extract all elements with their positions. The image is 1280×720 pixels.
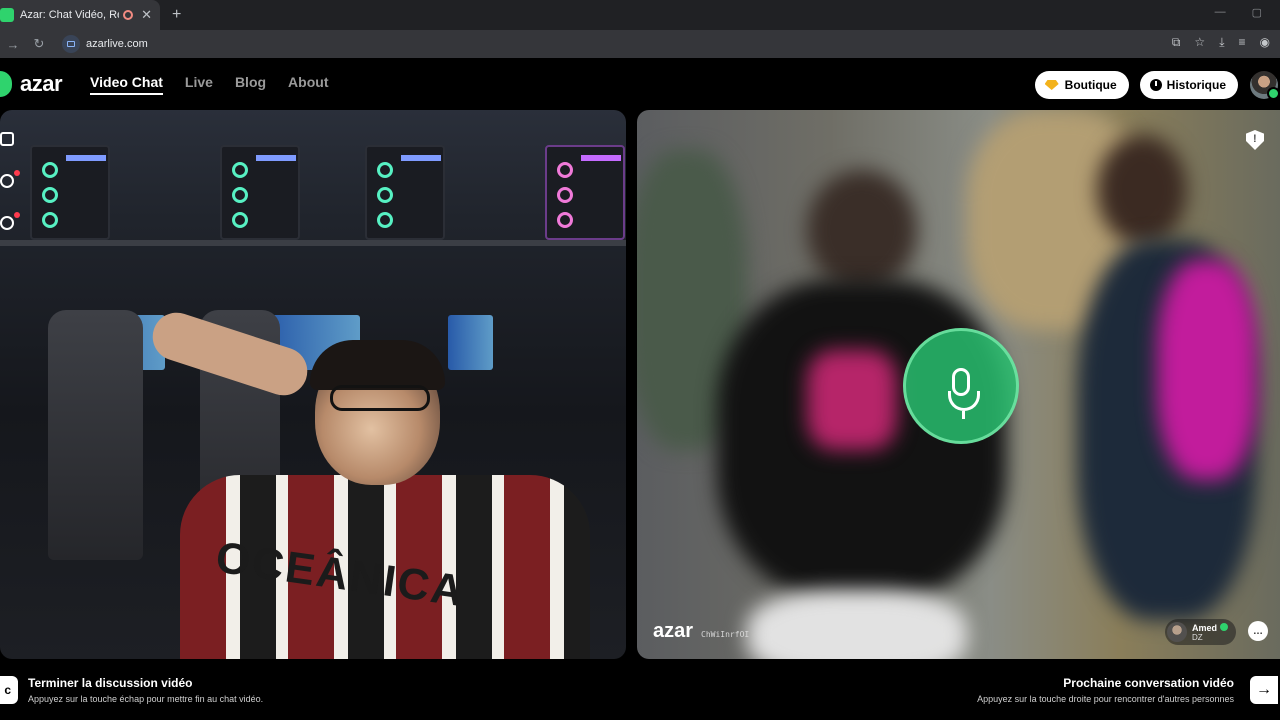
arrow-right-icon[interactable]: →: [1250, 676, 1278, 704]
peer-avatar: [1166, 622, 1187, 642]
microphone-button[interactable]: [903, 328, 1019, 444]
nav-live[interactable]: Live: [185, 74, 213, 95]
restore-button[interactable]: ▢: [1252, 6, 1262, 19]
header-buttons: Boutique Historique: [1034, 71, 1238, 99]
peer-country: DZ: [1191, 632, 1203, 642]
url-text[interactable]: azarlive.com: [86, 38, 148, 50]
user-avatar[interactable]: [1250, 71, 1280, 100]
pc-case: [220, 145, 300, 240]
window-controls: — ▢: [1215, 6, 1262, 19]
azar-logo[interactable]: azar: [0, 71, 63, 97]
gaming-chair: [48, 310, 143, 560]
playlist-icon[interactable]: ≡: [1239, 35, 1246, 50]
boutique-label: Boutique: [1064, 78, 1117, 92]
main-nav: Video Chat Live Blog About: [90, 74, 328, 95]
clock-icon: [1149, 79, 1162, 91]
download-icon[interactable]: ⤓: [1219, 35, 1224, 50]
footer-bar: c Terminer la discussion vidéo Appuyez s…: [0, 660, 1280, 720]
browser-tab-bar: Azar: Chat Vidéo, Rencontre ✕ + — ▢: [0, 0, 1280, 30]
nav-video-chat[interactable]: Video Chat: [90, 74, 163, 95]
browser-toolbar: ⧉ ☆ ⤓ ≡ ◉: [1172, 35, 1270, 50]
local-person: [146, 306, 595, 659]
nav-blog[interactable]: Blog: [235, 74, 266, 95]
watermark: azar ChWiInrfOI: [653, 620, 749, 643]
omnibox[interactable]: azarlive.com: [62, 33, 1162, 55]
minimize-button[interactable]: —: [1215, 6, 1226, 19]
pc-case: [30, 145, 110, 240]
end-chat-title: Terminer la discussion vidéo: [28, 676, 193, 690]
esc-key-button[interactable]: c: [0, 676, 18, 704]
shelf: [0, 240, 626, 246]
favicon-icon: [0, 8, 14, 22]
verified-badge-icon: [1220, 622, 1228, 631]
reload-icon[interactable]: ↻: [26, 36, 52, 52]
site-video-icon[interactable]: [62, 35, 80, 53]
historique-label: Historique: [1166, 78, 1226, 92]
install-icon[interactable]: ⧉: [1172, 35, 1181, 50]
watermark-logo: azar: [653, 620, 694, 642]
forward-icon[interactable]: →: [0, 37, 26, 52]
shirt-logo: [807, 350, 897, 450]
address-bar-row: → ↻ azarlive.com ⧉ ☆ ⤓ ≡ ◉: [0, 30, 1280, 58]
peer-info-chip[interactable]: Amed DZ: [1164, 619, 1236, 645]
side-effects-toolbar: [0, 132, 20, 258]
remote-video: azar ChWiInrfOI Amed DZ …: [637, 110, 1280, 659]
tab-title: Azar: Chat Vidéo, Rencontre: [20, 9, 119, 21]
logo-text: azar: [20, 71, 63, 96]
end-chat-subtitle: Appuyez sur la touche échap pour mettre …: [28, 694, 264, 704]
new-tab-button[interactable]: +: [172, 6, 181, 24]
browser-tab[interactable]: Azar: Chat Vidéo, Rencontre ✕: [0, 0, 160, 30]
local-video: OCEÂNICA: [0, 110, 626, 659]
app-header: azar Video Chat Live Blog About Boutique…: [0, 58, 1280, 110]
peer-name: Amed: [1191, 622, 1217, 633]
historique-button[interactable]: Historique: [1139, 71, 1238, 99]
chat-bubble-icon[interactable]: …: [1248, 621, 1268, 641]
shield-icon[interactable]: [1246, 130, 1264, 150]
profile-icon[interactable]: ◉: [1260, 35, 1270, 50]
end-chat-hint: Terminer la discussion vidéo Appuyez sur…: [28, 676, 263, 704]
logo-mark-icon: [0, 71, 12, 97]
record-icon: [123, 10, 134, 20]
person-head: [1097, 135, 1187, 245]
boutique-button[interactable]: Boutique: [1034, 71, 1129, 99]
next-chat-title: Prochaine conversation vidéo: [1063, 676, 1234, 690]
person-pants: [747, 590, 967, 659]
watermark-code: ChWiInrfOI: [701, 630, 750, 639]
nav-about[interactable]: About: [288, 74, 328, 95]
flip-camera-icon[interactable]: [0, 132, 14, 146]
star-icon[interactable]: ☆: [1194, 35, 1205, 50]
close-icon[interactable]: ✕: [141, 7, 152, 23]
effects-icon[interactable]: [0, 170, 20, 188]
pc-case: [365, 145, 445, 240]
next-chat-subtitle: Appuyez sur la touche droite pour rencon…: [977, 694, 1234, 704]
mask-icon[interactable]: [0, 212, 20, 230]
jacket-sleeve: [1157, 260, 1257, 480]
next-chat-hint: Prochaine conversation vidéo Appuyez sur…: [977, 676, 1234, 704]
person-head: [807, 170, 917, 290]
gem-icon: [1044, 80, 1059, 90]
pc-case: [545, 145, 625, 240]
